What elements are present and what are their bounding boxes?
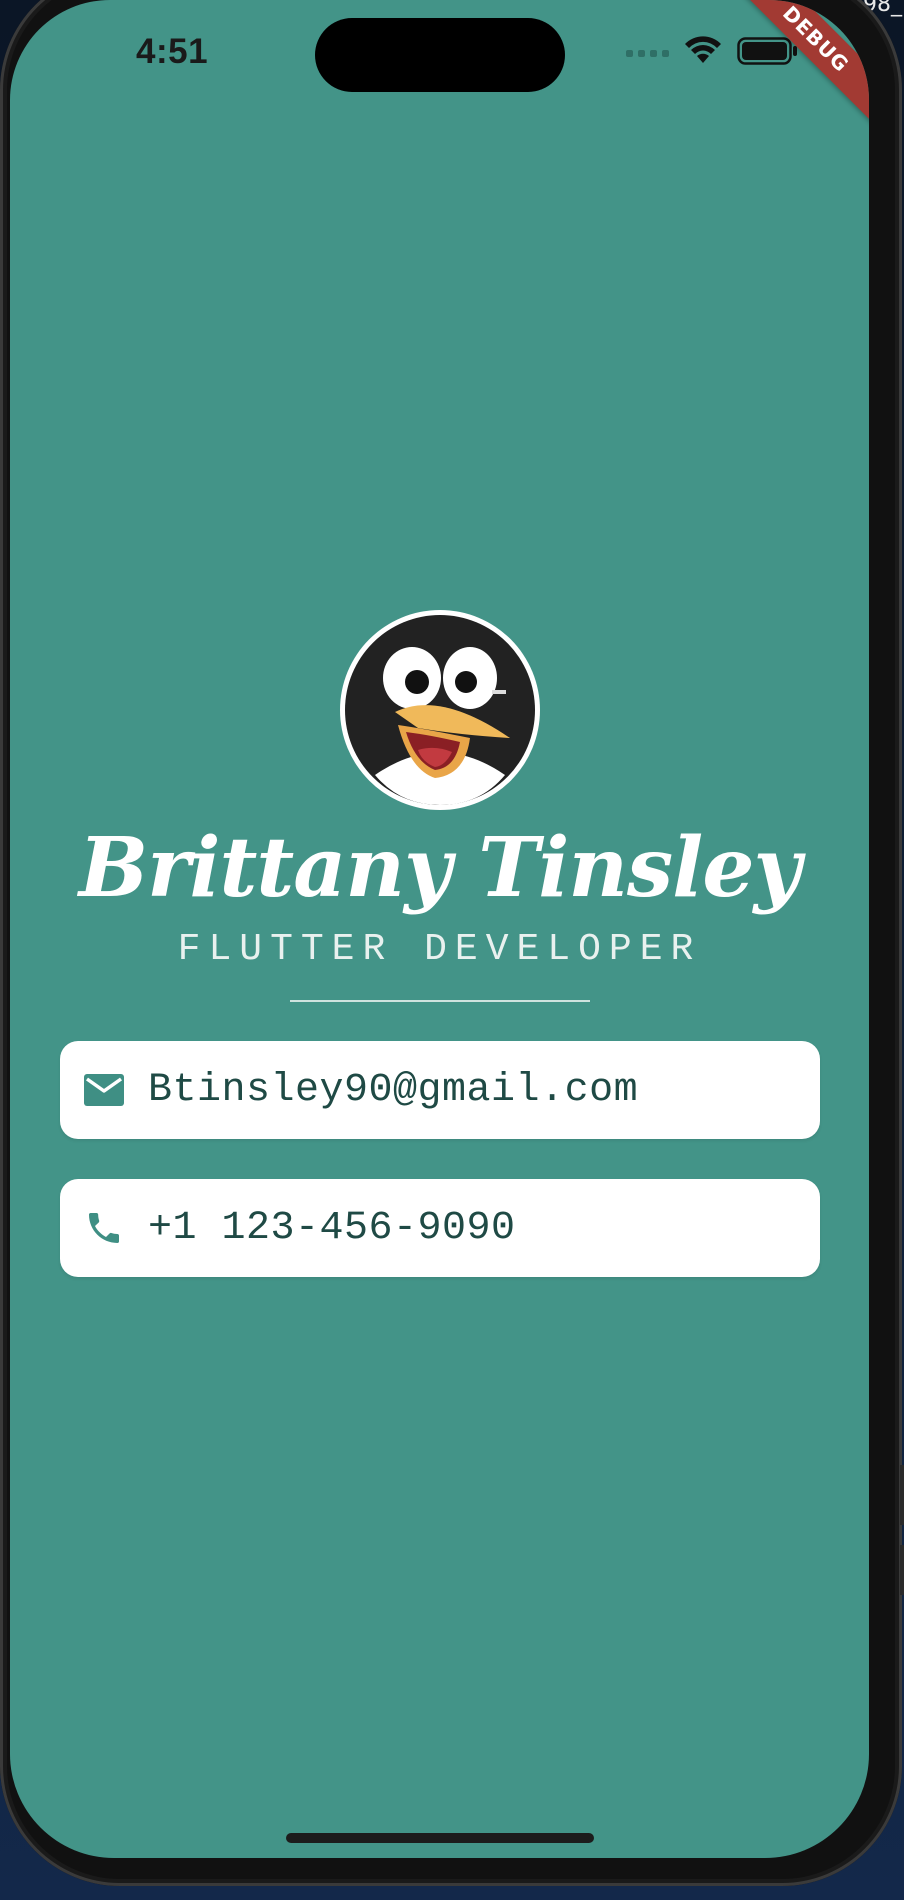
email-card[interactable]: Btinsley90@gmail.com <box>60 1041 820 1139</box>
dynamic-island <box>315 18 565 92</box>
phone-card[interactable]: +1 123-456-9090 <box>60 1179 820 1277</box>
wifi-icon <box>683 36 723 71</box>
phone-text: +1 123-456-9090 <box>148 1205 516 1251</box>
side-button <box>900 1545 904 1595</box>
battery-icon <box>737 36 799 71</box>
status-time: 4:51 <box>136 32 209 71</box>
mail-icon <box>82 1068 126 1112</box>
profile-name: Brittany Tinsley <box>78 820 801 916</box>
cellular-signal-icon <box>626 50 669 57</box>
side-button <box>900 1465 904 1525</box>
home-indicator[interactable] <box>286 1833 594 1843</box>
divider <box>290 1000 590 1002</box>
penguin-avatar-image <box>345 615 535 805</box>
status-icons <box>626 36 799 71</box>
email-text: Btinsley90@gmail.com <box>148 1067 639 1113</box>
profile-avatar[interactable] <box>340 610 540 810</box>
app-screen: 4:51 DEBUG Brittany Tinsley FLUTTER DEVE… <box>10 0 869 1858</box>
phone-icon <box>82 1206 126 1250</box>
profile-title: FLUTTER DEVELOPER <box>177 928 702 971</box>
phone-frame: 4:51 DEBUG Brittany Tinsley FLUTTER DEVE… <box>0 0 902 1886</box>
